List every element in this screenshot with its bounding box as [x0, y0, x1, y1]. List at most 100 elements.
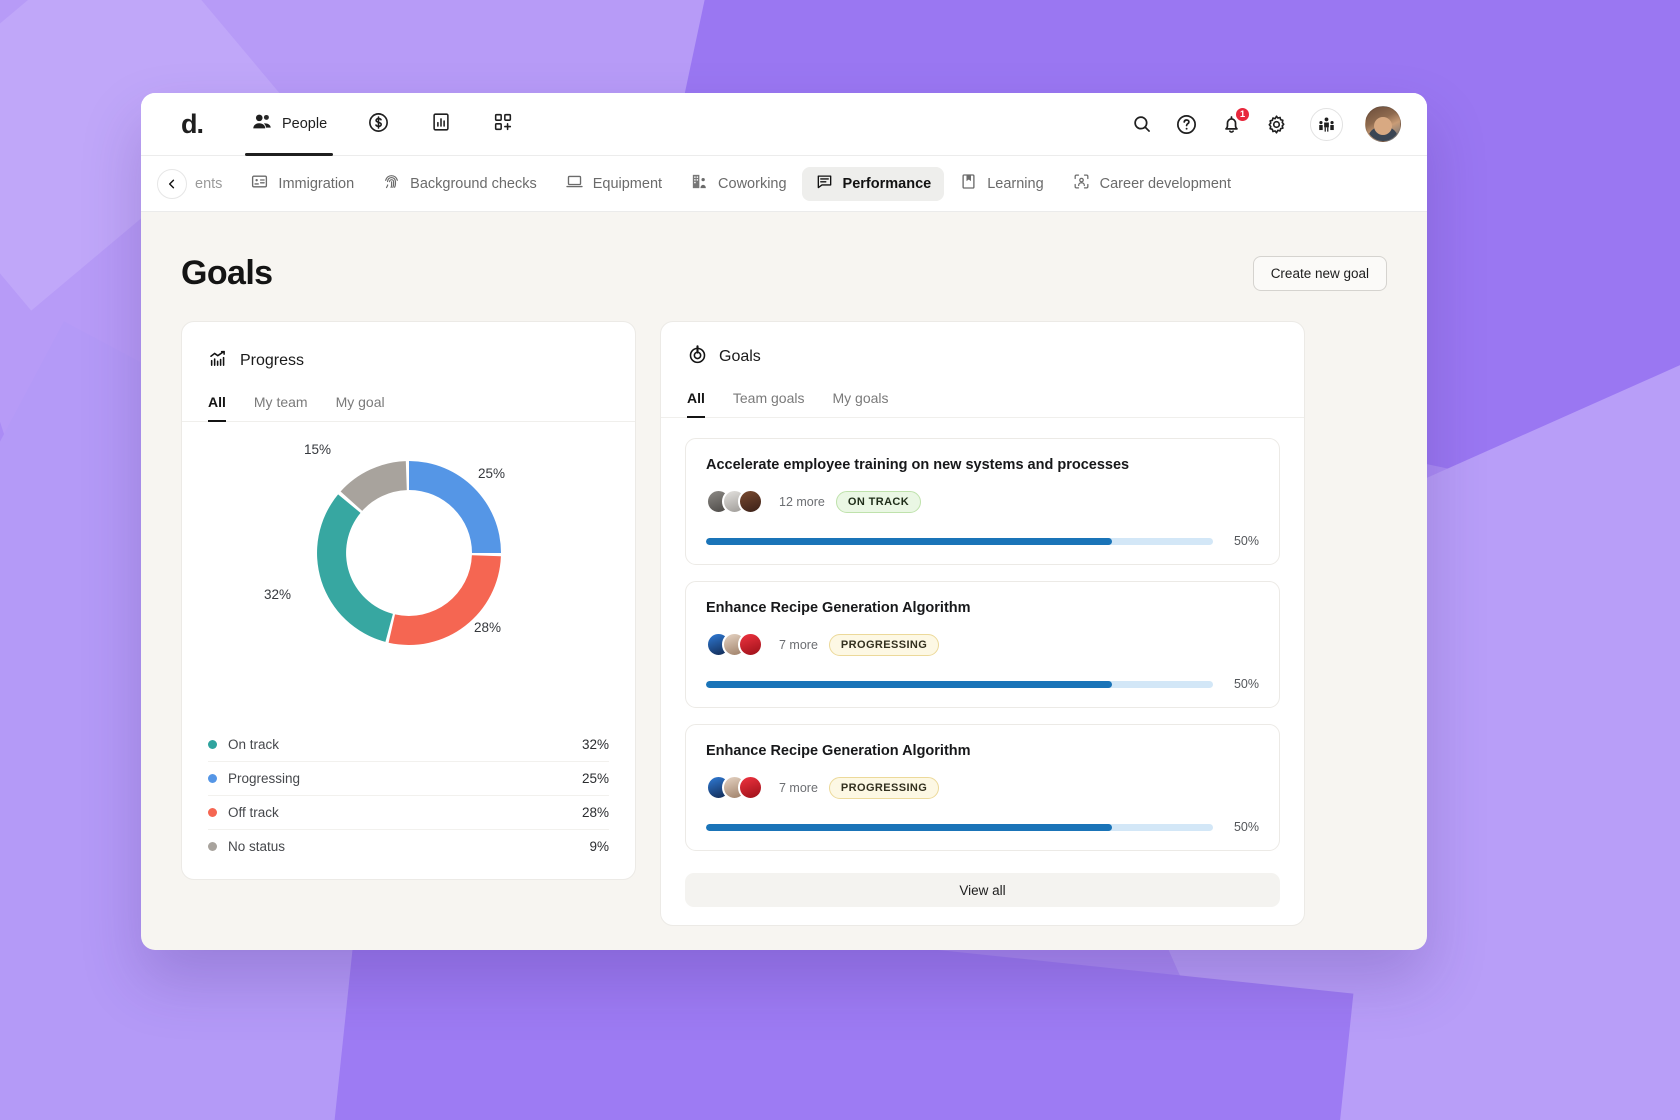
goal-meta: 7 more PROGRESSING — [706, 632, 1259, 657]
sub-item-label: Performance — [843, 176, 932, 192]
nav-item-reports[interactable] — [410, 93, 472, 156]
bell-icon[interactable]: 1 — [1220, 113, 1243, 136]
sub-item-label: Equipment — [593, 176, 662, 192]
user-avatar[interactable] — [1365, 106, 1401, 142]
progress-bar-fill — [706, 824, 1112, 831]
page-header: Goals Create new goal — [181, 240, 1387, 293]
goal-progress: 50% — [706, 534, 1259, 548]
laptop-icon — [565, 172, 584, 195]
trend-chart-icon — [208, 348, 229, 374]
money-icon — [367, 111, 390, 138]
legend-item-on-track: On track 32% — [208, 728, 609, 762]
speech-lines-icon — [815, 172, 834, 195]
id-card-icon — [250, 172, 269, 195]
progress-bar-fill — [706, 538, 1112, 545]
nav-item-people[interactable]: People — [231, 93, 347, 156]
legend-value: 28% — [582, 805, 609, 820]
top-bar-actions: 1 — [1131, 106, 1401, 142]
chart-icon — [430, 111, 452, 137]
goals-tabs: All Team goals My goals — [661, 390, 1304, 418]
progress-tabs: All My team My goal — [182, 394, 635, 422]
sidebar-item-documents[interactable]: ents — [191, 167, 235, 201]
goal-meta: 7 more PROGRESSING — [706, 775, 1259, 800]
sidebar-item-learning[interactable]: Learning — [946, 167, 1056, 201]
nav-item-money[interactable] — [347, 93, 410, 156]
tab-progress-all[interactable]: All — [208, 394, 226, 421]
gear-icon[interactable] — [1265, 113, 1288, 136]
goal-progress: 50% — [706, 820, 1259, 834]
sidebar-item-background-checks[interactable]: Background checks — [369, 167, 550, 201]
progress-percent: 50% — [1227, 534, 1259, 548]
progress-legend: On track 32% Progressing 25% Off track 2… — [182, 728, 635, 863]
legend-item-progressing: Progressing 25% — [208, 762, 609, 796]
goal-card[interactable]: Enhance Recipe Generation Algorithm 7 mo… — [685, 724, 1280, 851]
goals-card-header: Goals — [661, 344, 1304, 370]
progress-card-title: Progress — [240, 352, 304, 370]
sub-item-label: ents — [195, 176, 222, 192]
more-count: 7 more — [779, 638, 818, 652]
goal-progress: 50% — [706, 677, 1259, 691]
more-count: 12 more — [779, 495, 825, 509]
avatar-stack[interactable] — [706, 489, 754, 514]
legend-dot-on-track — [208, 740, 217, 749]
sidebar-item-career-development[interactable]: Career development — [1059, 167, 1244, 201]
progress-card: Progress All My team My goal — [181, 321, 636, 880]
progress-bar-fill — [706, 681, 1112, 688]
legend-item-off-track: Off track 28% — [208, 796, 609, 830]
progress-bar-track — [706, 824, 1213, 831]
donut-slice-on-track — [317, 494, 393, 642]
target-goal-icon — [687, 344, 708, 370]
avatar-stack[interactable] — [706, 775, 754, 800]
donut-label-no-status: 15% — [304, 442, 331, 457]
nav-item-apps[interactable] — [472, 93, 534, 156]
legend-value: 9% — [589, 839, 609, 854]
tab-goals-all[interactable]: All — [687, 390, 705, 417]
tab-goals-team[interactable]: Team goals — [733, 390, 805, 417]
status-badge: PROGRESSING — [829, 777, 939, 799]
person-frame-icon — [1072, 172, 1091, 195]
sidebar-item-equipment[interactable]: Equipment — [552, 167, 675, 201]
goals-card-title: Goals — [719, 348, 761, 366]
goal-title: Accelerate employee training on new syst… — [706, 457, 1259, 473]
goal-title: Enhance Recipe Generation Algorithm — [706, 743, 1259, 759]
panels-row: Progress All My team My goal — [181, 321, 1387, 926]
goal-card[interactable]: Accelerate employee training on new syst… — [685, 438, 1280, 565]
legend-value: 32% — [582, 737, 609, 752]
team-icon[interactable] — [1310, 108, 1343, 141]
chevron-left-icon[interactable] — [157, 169, 187, 199]
avatar-stack[interactable] — [706, 632, 754, 657]
sidebar-item-performance[interactable]: Performance — [802, 167, 945, 201]
view-all-button[interactable]: View all — [685, 873, 1280, 907]
tab-progress-my-goal[interactable]: My goal — [336, 394, 385, 421]
sub-item-label: Career development — [1100, 176, 1231, 192]
app-logo[interactable]: d. — [181, 111, 203, 138]
sub-item-label: Coworking — [718, 176, 787, 192]
goals-card: Goals All Team goals My goals Accelerate… — [660, 321, 1305, 926]
legend-value: 25% — [582, 771, 609, 786]
top-navigation-bar: d. People — [141, 93, 1427, 156]
sidebar-item-coworking[interactable]: Coworking — [677, 167, 800, 201]
progress-bar-track — [706, 681, 1213, 688]
sub-item-label: Immigration — [278, 176, 354, 192]
sidebar-item-immigration[interactable]: Immigration — [237, 167, 367, 201]
help-circle-icon[interactable] — [1175, 113, 1198, 136]
goal-meta: 12 more ON TRACK — [706, 489, 1259, 514]
tab-goals-my[interactable]: My goals — [832, 390, 888, 417]
building-person-icon — [690, 172, 709, 195]
avatar — [738, 775, 763, 800]
main-nav: People — [231, 93, 534, 156]
sub-item-label: Background checks — [410, 176, 537, 192]
legend-label: No status — [228, 839, 285, 854]
app-window: d. People — [141, 93, 1427, 950]
goal-list: Accelerate employee training on new syst… — [661, 418, 1304, 851]
create-new-goal-button[interactable]: Create new goal — [1253, 256, 1387, 291]
search-icon[interactable] — [1131, 113, 1153, 135]
page-content: Goals Create new goal Progress — [141, 212, 1427, 926]
avatar — [738, 489, 763, 514]
goal-card[interactable]: Enhance Recipe Generation Algorithm 7 mo… — [685, 581, 1280, 708]
tab-progress-my-team[interactable]: My team — [254, 394, 308, 421]
legend-dot-progressing — [208, 774, 217, 783]
page-title: Goals — [181, 254, 272, 293]
apps-add-icon — [492, 111, 514, 137]
sub-navigation-bar: ents Immigration — [141, 156, 1427, 212]
